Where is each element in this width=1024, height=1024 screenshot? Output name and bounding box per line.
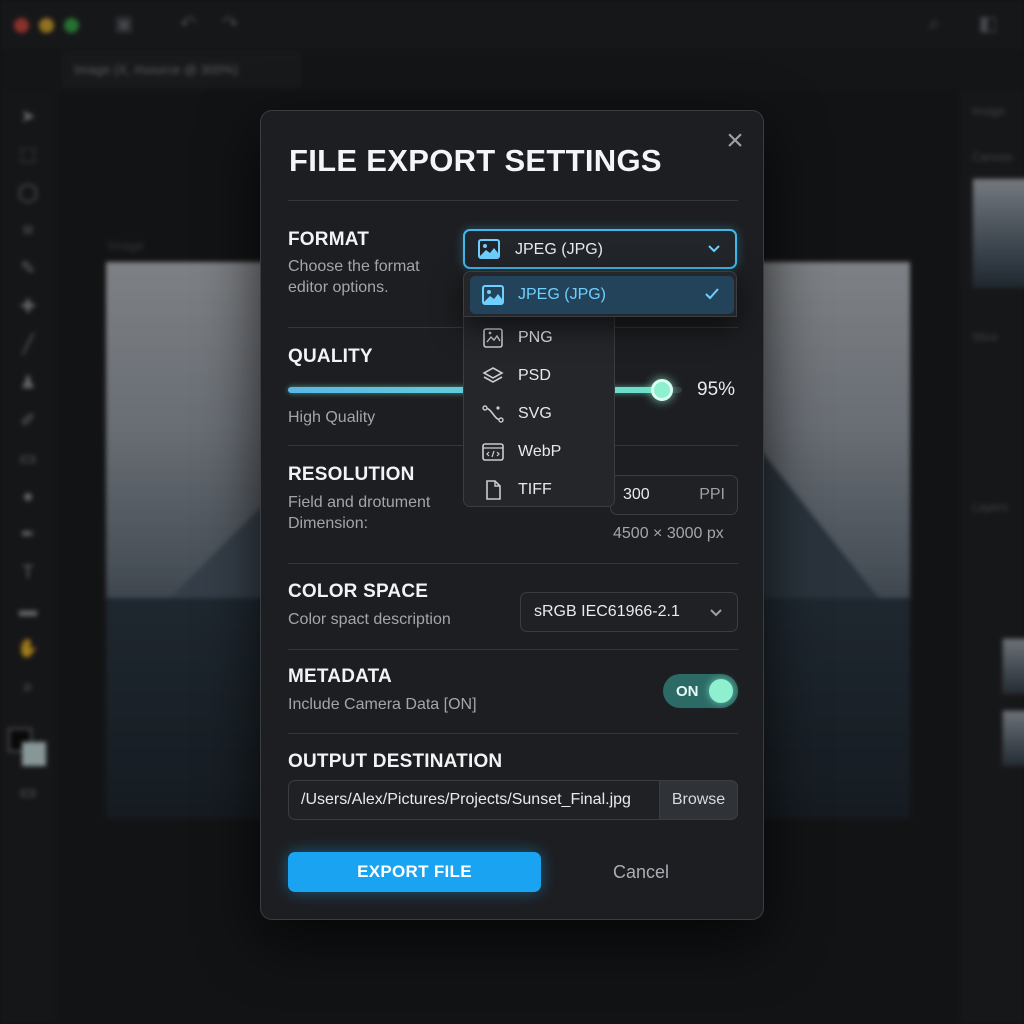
format-option-label: SVG (518, 405, 552, 422)
webp-code-icon (482, 443, 504, 461)
metadata-toggle[interactable]: ON (663, 674, 738, 708)
output-destination-label: OUTPUT DESTINATION (288, 751, 503, 772)
image-icon (478, 239, 500, 259)
toggle-state-label: ON (676, 683, 699, 700)
format-option-svg[interactable]: SVG (470, 395, 610, 433)
metadata-description: Include Camera Data [ON] (288, 696, 477, 713)
divider (288, 649, 738, 650)
document-icon (486, 480, 501, 500)
ppi-unit: PPI (699, 486, 725, 503)
vector-path-icon (482, 405, 504, 423)
metadata-label: METADATA (288, 666, 392, 687)
color-space-select[interactable]: sRGB IEC61966-2.1 (520, 592, 738, 632)
format-label: FORMAT (288, 229, 370, 250)
color-space-description: Color spact description (288, 611, 451, 628)
ppi-input[interactable]: 300 PPI (610, 475, 738, 515)
color-space-selected-value: sRGB IEC61966-2.1 (534, 603, 680, 620)
dialog-title: FILE EXPORT SETTINGS (289, 143, 662, 178)
divider (288, 733, 738, 734)
layers-icon (482, 367, 504, 383)
chevron-down-icon (710, 609, 722, 617)
image-dimensions: 4500 × 3000 px (613, 525, 724, 542)
cancel-button[interactable]: Cancel (591, 852, 691, 892)
toggle-knob (709, 679, 733, 703)
format-option-psd[interactable]: PSD (470, 357, 610, 395)
quality-value: 95% (697, 379, 736, 400)
resolution-label: RESOLUTION (288, 464, 415, 485)
format-option-tiff[interactable]: TIFF (470, 471, 610, 509)
ppi-value: 300 (623, 486, 650, 503)
quality-label: QUALITY (288, 346, 373, 367)
format-option-label: TIFF (518, 481, 552, 498)
browse-button[interactable]: Browse (659, 780, 738, 820)
format-dropdown-list: PNG PSD SVG WebP TIFF (463, 317, 615, 507)
output-path-value: /Users/Alex/Pictures/Projects/Sunset_Fin… (301, 791, 631, 808)
format-option-label: WebP (518, 443, 562, 460)
divider (288, 200, 738, 201)
format-description: Choose the format editor options. (288, 258, 420, 296)
export-file-button[interactable]: EXPORT FILE (288, 852, 541, 892)
chevron-down-icon (708, 245, 720, 253)
divider (288, 563, 738, 564)
format-option-png[interactable]: PNG (470, 319, 610, 357)
resolution-description: Field and drotument Dimension: (288, 494, 431, 532)
format-dropdown-menu: JPEG (JPG) (463, 271, 737, 317)
format-option-jpeg[interactable]: JPEG (JPG) (470, 276, 734, 314)
close-icon[interactable]: × (721, 126, 749, 156)
quality-slider-handle[interactable] (651, 379, 674, 401)
quality-description: High Quality (288, 409, 376, 426)
format-option-label: PNG (518, 329, 553, 346)
format-selected-value: JPEG (JPG) (515, 241, 604, 258)
format-option-label: JPEG (JPG) (518, 286, 607, 303)
format-option-label: PSD (518, 367, 551, 384)
format-select[interactable]: JPEG (JPG) (463, 229, 737, 269)
output-path-field[interactable]: /Users/Alex/Pictures/Projects/Sunset_Fin… (288, 780, 659, 820)
checkmark-icon (705, 288, 719, 300)
export-dialog: FILE EXPORT SETTINGS × FORMAT Choose the… (260, 110, 764, 920)
png-file-icon (483, 328, 503, 348)
image-icon (482, 285, 504, 305)
color-space-label: COLOR SPACE (288, 581, 429, 602)
format-option-webp[interactable]: WebP (470, 433, 610, 471)
